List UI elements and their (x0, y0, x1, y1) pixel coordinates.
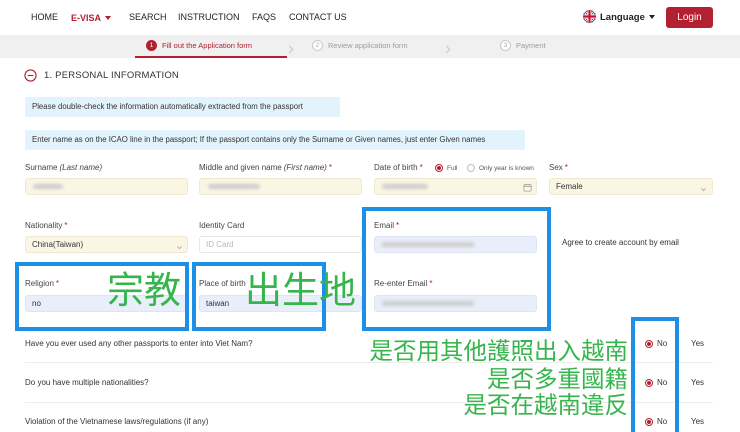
annotation-multiple-nationalities-note: 是否多重國籍 (487, 365, 628, 393)
dob-year-only-label[interactable]: Only year is known (479, 164, 534, 174)
required-mark: * (55, 279, 60, 288)
login-button[interactable]: Login (666, 7, 713, 28)
religion-label-text: Religion (25, 279, 54, 288)
annotation-other-passports-note: 是否用其他護照出入越南 (369, 337, 629, 365)
caret-down-icon (105, 11, 112, 23)
step-3-number: 3 (500, 40, 511, 51)
reenter-email-label-text: Re-enter Email (374, 279, 428, 288)
section-title: 1. PERSONAL INFORMATION (44, 70, 179, 81)
notice-icao-name: Enter name as on the ICAO line in the pa… (25, 130, 525, 150)
annotation-violation-note: 是否在越南違反 (463, 391, 629, 419)
email-label-text: Email (374, 221, 395, 230)
given-name-label-text: Middle and given name (199, 163, 282, 172)
surname-label-text: Surname (25, 163, 58, 172)
blurred-value (382, 184, 428, 189)
multiple-nationalities-yes-label[interactable]: Yes (691, 378, 704, 388)
sex-label: Sex * (549, 163, 568, 173)
place-of-birth-input[interactable] (199, 295, 362, 312)
nav-evisa[interactable]: E-VISA (71, 11, 112, 24)
required-mark: * (429, 279, 433, 288)
notice-double-check: Please double-check the information auto… (25, 97, 340, 117)
identity-card-label-text: Identity Card (199, 221, 245, 230)
sex-select-value: Female (556, 182, 583, 191)
dob-label-text: Date of birth (374, 163, 418, 172)
identity-card-label: Identity Card (199, 221, 244, 231)
other-passports-no-label[interactable]: No (657, 339, 667, 349)
caret-down-icon (648, 11, 655, 23)
uk-flag-icon[interactable] (583, 10, 596, 23)
sex-select[interactable]: Female (549, 178, 713, 195)
blurred-value (208, 184, 260, 189)
nav-instruction[interactable]: INSTRUCTION (178, 11, 240, 23)
top-nav: HOME E-VISA SEARCH INSTRUCTION FAQS CONT… (0, 0, 740, 35)
chevron-right-icon (288, 41, 294, 59)
question-other-passports: Have you ever used any other passports t… (25, 339, 253, 348)
divider (25, 402, 713, 403)
given-name-label-hint: (First name) (283, 163, 327, 172)
annotation-box-no-answers (631, 317, 679, 432)
law-violation-no-label[interactable]: No (657, 417, 667, 427)
nationality-label: Nationality * (25, 221, 67, 231)
religion-input[interactable] (25, 295, 188, 312)
agree-create-account-label[interactable]: Agree to create account by email (562, 238, 679, 248)
required-mark: * (328, 163, 332, 172)
given-name-input[interactable] (199, 178, 362, 195)
place-of-birth-label: Place of birth (199, 279, 246, 289)
multiple-nationalities-no-radio[interactable] (645, 379, 653, 387)
given-name-label: Middle and given name (First name) * (199, 163, 332, 173)
chevron-down-icon (176, 241, 183, 256)
email-label: Email * (374, 221, 399, 231)
dob-full-radio[interactable] (435, 164, 443, 172)
chevron-right-icon (445, 41, 451, 59)
other-passports-yes-label[interactable]: Yes (691, 339, 704, 349)
reenter-email-label: Re-enter Email * (374, 279, 432, 289)
required-mark: * (64, 221, 68, 230)
blurred-value (382, 301, 474, 306)
place-of-birth-label-text: Place of birth (199, 279, 246, 288)
nationality-label-text: Nationality (25, 221, 63, 230)
blurred-value (382, 242, 474, 247)
blurred-value (33, 184, 63, 189)
nationality-select-value: China(Taiwan) (32, 240, 84, 249)
dob-label: Date of birth * (374, 163, 423, 173)
sex-label-text: Sex (549, 163, 563, 172)
step-1-label[interactable]: Fill out the Application form (162, 40, 252, 51)
language-selector[interactable]: Language (600, 11, 655, 24)
other-passports-no-radio[interactable] (645, 340, 653, 348)
dob-year-only-radio[interactable] (467, 164, 475, 172)
step-3-label[interactable]: Payment (516, 40, 546, 51)
nav-faqs[interactable]: FAQS (252, 11, 276, 23)
email-input[interactable] (374, 236, 537, 253)
required-mark: * (564, 163, 568, 172)
identity-card-input[interactable] (199, 236, 362, 253)
step-2-number: 2 (312, 40, 323, 51)
step-2-label[interactable]: Review application form (328, 40, 408, 51)
multiple-nationalities-no-label[interactable]: No (657, 378, 667, 388)
language-label: Language (600, 12, 645, 23)
step-1-number: 1 (146, 40, 157, 51)
question-law-violation: Violation of the Vietnamese laws/regulat… (25, 417, 209, 426)
nav-contact-us[interactable]: CONTACT US (289, 11, 347, 23)
minus-circle-icon[interactable] (24, 69, 37, 87)
divider (25, 362, 713, 363)
active-step-underline (135, 56, 287, 58)
surname-label: Surname (Last name) (25, 163, 102, 173)
nav-home[interactable]: HOME (31, 11, 58, 23)
law-violation-no-radio[interactable] (645, 418, 653, 426)
reenter-email-input[interactable] (374, 295, 537, 312)
question-multiple-nationalities: Do you have multiple nationalities? (25, 378, 149, 387)
dob-input[interactable] (374, 178, 537, 195)
surname-label-hint: (Last name) (59, 163, 103, 172)
nav-search[interactable]: SEARCH (129, 11, 167, 23)
law-violation-yes-label[interactable]: Yes (691, 417, 704, 427)
required-mark: * (396, 221, 400, 230)
calendar-icon[interactable] (523, 182, 532, 197)
dob-full-label[interactable]: Full (447, 164, 457, 174)
chevron-down-icon (700, 183, 707, 198)
nationality-select[interactable]: China(Taiwan) (25, 236, 188, 253)
nav-evisa-label: E-VISA (71, 13, 102, 23)
required-mark: * (419, 163, 423, 172)
surname-input[interactable] (25, 178, 188, 195)
religion-label: Religion * (25, 279, 59, 289)
